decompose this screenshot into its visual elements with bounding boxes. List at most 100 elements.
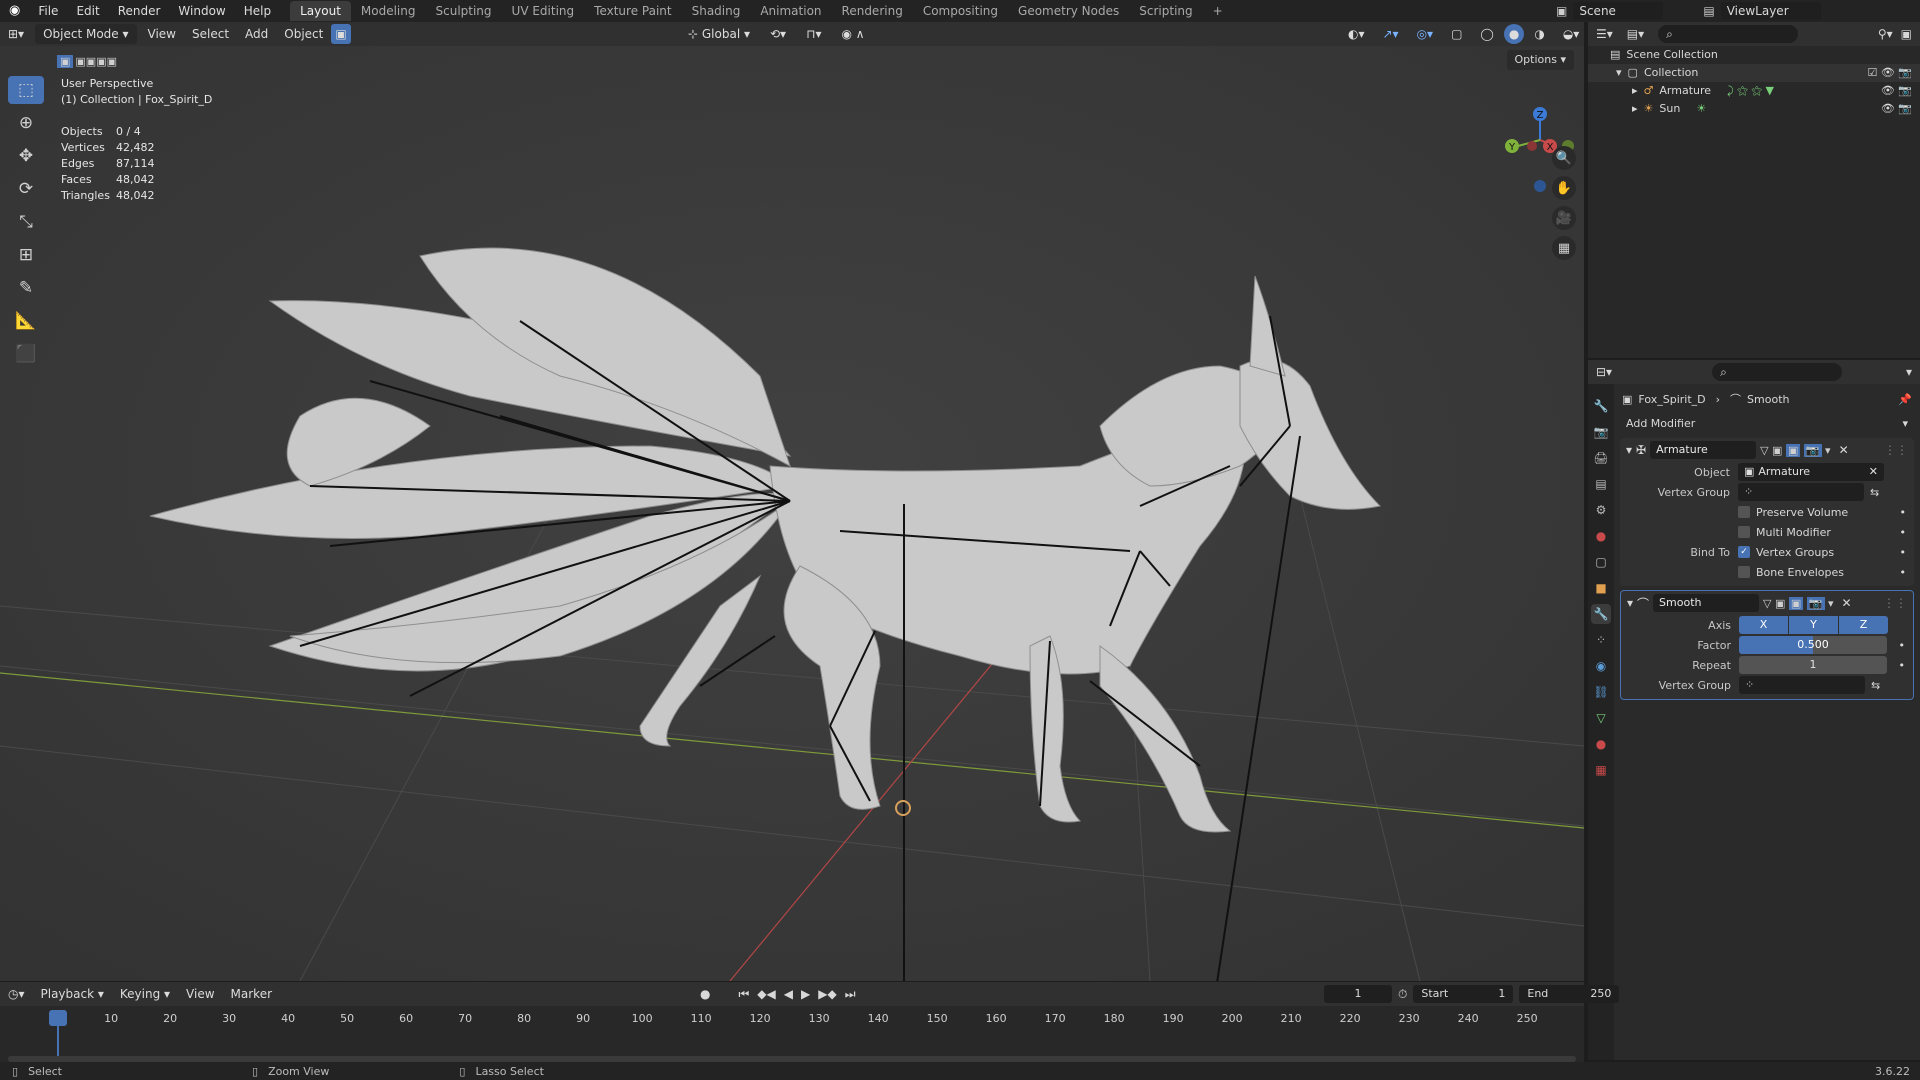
timeline-ruler[interactable]: 1102030405060708090100110120130140150160… (8, 1012, 1580, 1028)
menu-render[interactable]: Render (109, 0, 170, 22)
vertex-groups-checkbox[interactable]: ✓ (1738, 546, 1750, 558)
visibility-eye-icon[interactable]: 👁 📷 (1881, 100, 1912, 118)
armature-modifier-name[interactable]: Armature (1650, 441, 1757, 459)
outliner-row-armature[interactable]: ▸ ♂ Armature ⤸ ⚝ ⚝ ▼ 👁 📷 (1588, 82, 1920, 100)
modifier-tab-icon[interactable]: 🔧 (1591, 604, 1611, 624)
keyframe-dot-icon[interactable]: • (1900, 546, 1907, 559)
outliner-row-collection[interactable]: ▾ ▢ Collection ☑ 👁 📷 (1588, 64, 1920, 82)
object-tab-icon[interactable]: ■ (1591, 578, 1611, 598)
collapse-icon[interactable]: ▾ (1627, 596, 1633, 610)
wireframe-shading-icon[interactable]: ◯ (1472, 24, 1501, 44)
menu-marker[interactable]: Marker (223, 984, 280, 1004)
add-modifier-dropdown[interactable]: Add Modifier ▾ (1620, 414, 1914, 434)
invert-icon[interactable]: ⇆ (1870, 486, 1879, 499)
multi-modifier-row[interactable]: Multi Modifier • (1620, 522, 1914, 542)
solid-shading-icon[interactable]: ● (1503, 24, 1525, 44)
visibility-eye-icon[interactable]: 👁 📷 (1881, 82, 1912, 100)
annotate-tool-icon[interactable]: ✎ (8, 274, 44, 302)
modifier-toggle-icons[interactable]: ▽ ▣ ▣ 📷 ▾ (1760, 443, 1831, 457)
tab-modeling[interactable]: Modeling (351, 1, 426, 21)
tab-compositing[interactable]: Compositing (913, 1, 1008, 21)
current-frame-field[interactable]: 1 (1324, 985, 1392, 1003)
tab-rendering[interactable]: Rendering (832, 1, 913, 21)
invert-icon[interactable]: ⇆ (1871, 679, 1880, 692)
play-reverse-icon[interactable]: ◀ (784, 987, 793, 1002)
axis-x-toggle[interactable]: X (1739, 616, 1788, 634)
scale-tool-icon[interactable]: ⤡ (8, 208, 44, 236)
grid-perspective-icon[interactable]: ▦ (1552, 236, 1576, 260)
menu-view[interactable]: View (140, 24, 184, 44)
factor-slider[interactable]: 0.500 (1739, 636, 1887, 654)
menu-add[interactable]: Add (237, 24, 276, 44)
expand-arrow-icon[interactable]: ▸ (1632, 82, 1638, 100)
smooth-modifier-name[interactable]: Smooth (1653, 594, 1760, 612)
keyframe-dot-icon[interactable]: • (1899, 659, 1906, 672)
visibility-eye-icon[interactable]: ☑ 👁 📷 (1867, 64, 1912, 82)
axis-y-toggle[interactable]: Y (1789, 616, 1838, 634)
pan-hand-icon[interactable]: ✋ (1552, 176, 1576, 200)
drag-handle-icon[interactable]: ⋮⋮ (1883, 596, 1907, 610)
add-cube-tool-icon[interactable]: ⬛ (8, 340, 44, 368)
remove-modifier-icon[interactable]: ✕ (1842, 596, 1852, 610)
rotate-tool-icon[interactable]: ⟳ (8, 175, 44, 203)
rendered-shading-icon[interactable]: ◒▾ (1555, 24, 1588, 44)
next-keyframe-icon[interactable]: ▶◆ (818, 987, 836, 1002)
start-frame-field[interactable]: Start 1 (1413, 985, 1514, 1003)
outliner-search-input[interactable]: ⌕ (1658, 25, 1799, 43)
tab-uv-editing[interactable]: UV Editing (502, 1, 585, 21)
drag-handle-icon[interactable]: ⋮⋮ (1884, 443, 1908, 457)
proportional-edit-icon[interactable]: ◉ ∧ (833, 24, 872, 44)
remove-modifier-icon[interactable]: ✕ (1839, 443, 1849, 457)
scene-name[interactable]: Scene (1573, 2, 1664, 20)
zoom-icon[interactable]: 🔍 (1552, 146, 1576, 170)
viewlayer-name[interactable]: ViewLayer (1720, 2, 1821, 20)
menu-file[interactable]: File (29, 0, 67, 22)
modifier-toggle-icons[interactable]: ▽ ▣ ▣ 📷 ▾ (1763, 596, 1834, 610)
keyframe-dot-icon[interactable]: • (1899, 639, 1906, 652)
tab-scripting[interactable]: Scripting (1129, 1, 1202, 21)
blender-logo-icon[interactable]: ◉ (0, 0, 29, 22)
measure-tool-icon[interactable]: 📐 (8, 307, 44, 335)
jump-end-icon[interactable]: ⏭ (845, 987, 856, 1002)
menu-keying[interactable]: Keying ▾ (112, 984, 178, 1004)
expand-arrow-icon[interactable]: ▸ (1632, 100, 1638, 118)
tab-sculpting[interactable]: Sculpting (426, 1, 502, 21)
orientation-dropdown[interactable]: ⊹ Global ▾ (680, 24, 758, 44)
menu-timeline-view[interactable]: View (178, 984, 222, 1004)
particles-tab-icon[interactable]: ⁘ (1591, 630, 1611, 650)
new-collection-icon[interactable]: ▣ (1901, 27, 1912, 41)
outliner-row-scene-collection[interactable]: ▤ Scene Collection (1588, 46, 1920, 64)
material-tab-icon[interactable]: ● (1591, 734, 1611, 754)
armature-object-field[interactable]: ▣ Armature ✕ (1738, 463, 1884, 481)
world-tab-icon[interactable]: ● (1591, 526, 1611, 546)
cursor-tool-icon[interactable]: ⊕ (8, 109, 44, 137)
preserve-volume-row[interactable]: Preserve Volume • (1620, 502, 1914, 522)
timeline-editor-icon[interactable]: ◷▾ (0, 984, 33, 1004)
view-layer-tab-icon[interactable]: ▤ (1591, 474, 1611, 494)
toggle-icon[interactable]: ▣ (331, 24, 351, 44)
texture-tab-icon[interactable]: ▦ (1591, 760, 1611, 780)
menu-select[interactable]: Select (184, 24, 237, 44)
options-dropdown[interactable]: Options ▾ (1506, 50, 1574, 70)
scene-tab-icon[interactable]: ⚙ (1591, 500, 1611, 520)
outliner-row-sun[interactable]: ▸ ☀ Sun ☀ 👁 📷 (1588, 100, 1920, 118)
select-tool-icon[interactable]: ⬚ (8, 76, 44, 104)
bone-envelopes-checkbox[interactable] (1738, 566, 1750, 578)
3d-viewport[interactable]: Z Y X Options ▾ ▣ ▣▣▣▣ ⬚ ⊕ ✥ ⟳ ⤡ ⊞ ✎ 📐 ⬛ … (0, 46, 1584, 981)
menu-window[interactable]: Window (169, 0, 234, 22)
tab-texture-paint[interactable]: Texture Paint (584, 1, 681, 21)
editor-type-icon[interactable]: ⊞▾ (0, 24, 32, 44)
end-frame-field[interactable]: End 250 (1519, 985, 1620, 1003)
keyframe-dot-icon[interactable]: • (1900, 506, 1907, 519)
tab-layout[interactable]: Layout (290, 1, 351, 21)
keyframe-dot-icon[interactable]: • (1900, 566, 1907, 579)
transform-tool-icon[interactable]: ⊞ (8, 241, 44, 269)
overlay-icon[interactable]: ◎▾ (1409, 24, 1442, 44)
mode-dropdown[interactable]: Object Mode ▾ (35, 24, 137, 44)
select-mode-icons[interactable]: ▣ ▣▣▣▣ (42, 52, 132, 70)
properties-search-input[interactable]: ⌕ (1712, 363, 1843, 381)
outliner-editor-icon[interactable]: ☰▾ (1596, 27, 1613, 41)
stopwatch-icon[interactable]: ⏱ (1398, 987, 1407, 1002)
pin-icon[interactable]: 📌 (1898, 393, 1912, 406)
keyframe-dot-icon[interactable]: • (1900, 526, 1907, 539)
